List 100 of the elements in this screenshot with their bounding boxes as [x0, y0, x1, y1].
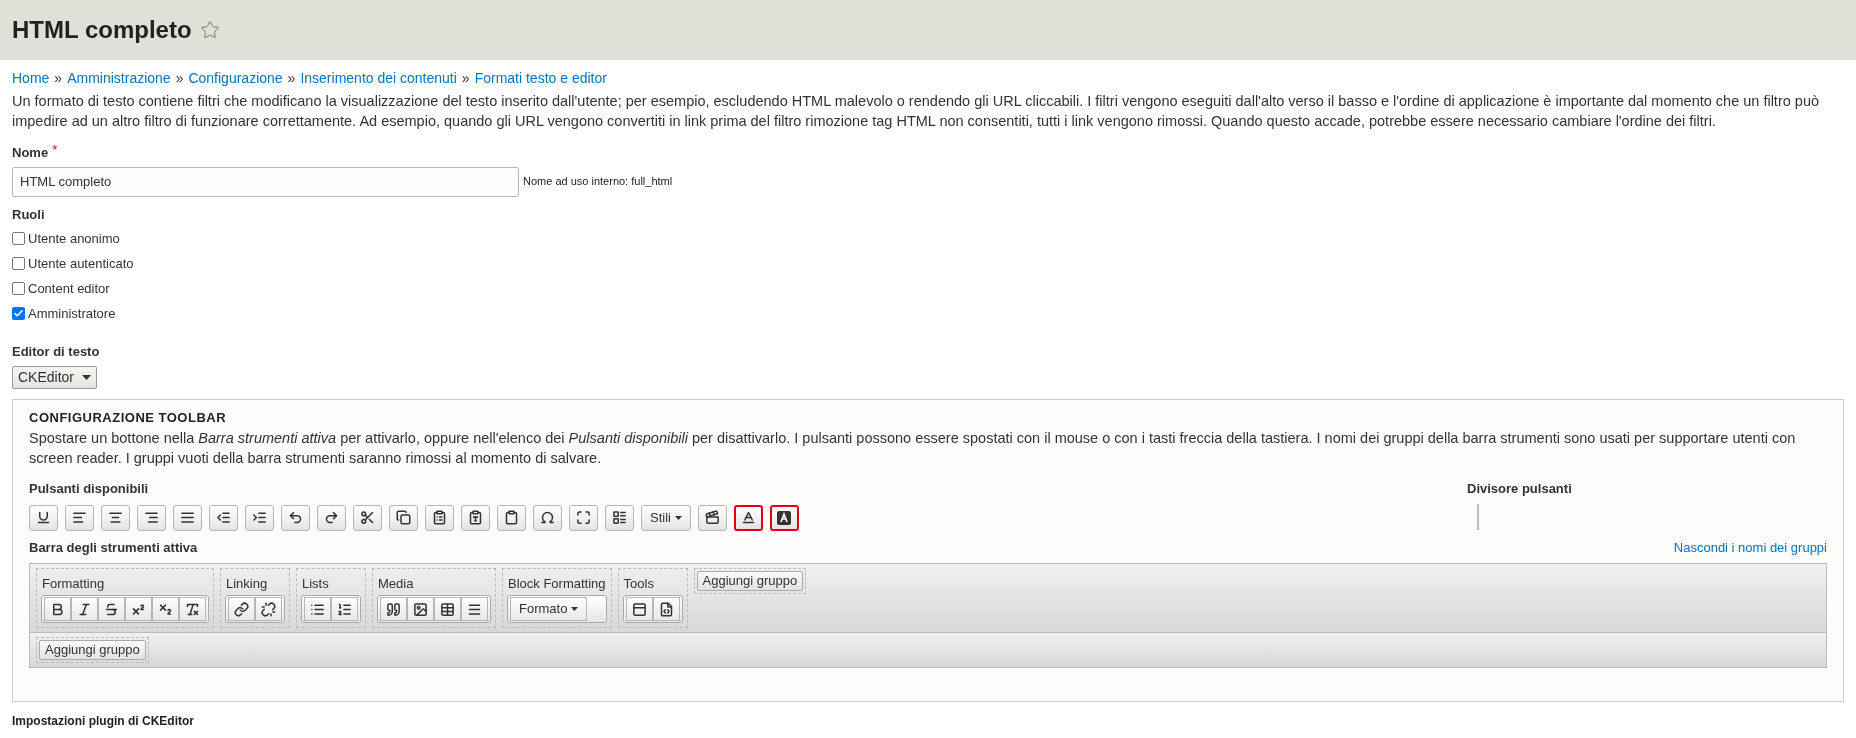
dropdown-button[interactable]: Formato	[510, 597, 588, 621]
toolbar-group[interactable]: Linking	[220, 568, 290, 628]
breadcrumb-link[interactable]: Home	[12, 67, 50, 89]
bold-button[interactable]	[44, 597, 71, 621]
checkbox-label: Utente autenticato	[28, 254, 134, 273]
paste-text-button[interactable]	[461, 504, 490, 531]
breadcrumb-separator: »	[54, 68, 63, 88]
superscript-icon	[131, 601, 146, 617]
toggle-group-names-link[interactable]: Nascondi i nomi dei gruppi	[1673, 537, 1827, 557]
template-button[interactable]	[625, 597, 653, 621]
align-right-button[interactable]	[137, 504, 166, 531]
section-label: Pulsanti disponibili	[29, 480, 150, 498]
media-icon	[704, 510, 720, 525]
field-label: Editor di testo	[12, 343, 101, 361]
checkbox-label: Utente anonimo	[28, 229, 120, 248]
machine-name-text: Nome ad uso interno: full_html	[523, 174, 673, 190]
check-icon	[13, 308, 24, 319]
outdent-button[interactable]	[209, 504, 238, 531]
fieldset-title: CONFIGURAZIONE TOOLBAR	[29, 408, 228, 427]
superscript-button[interactable]	[125, 597, 152, 621]
indent-button[interactable]	[245, 504, 274, 531]
background-color-button[interactable]	[769, 504, 799, 531]
underline-icon	[36, 510, 51, 525]
toolbar-group[interactable]: Media	[372, 568, 496, 628]
redo-button[interactable]	[317, 504, 346, 531]
image-icon	[413, 601, 428, 617]
toolbar-group[interactable]: Formatting	[36, 568, 214, 628]
clipboard-icon	[504, 510, 519, 525]
maximize-icon	[576, 510, 591, 525]
quote-button[interactable]	[380, 597, 407, 621]
align-center-button[interactable]	[101, 504, 130, 531]
name-input[interactable]: HTML completo	[12, 166, 519, 197]
required-mark: *	[52, 141, 58, 159]
toolbar-group[interactable]: Block Formatting Formato	[502, 568, 612, 628]
section-title: Impostazioni plugin di CKEditor	[12, 712, 195, 730]
unlink-icon	[261, 601, 276, 617]
strikethrough-button[interactable]	[98, 597, 125, 621]
text-color-icon	[740, 510, 756, 525]
align-right-icon	[144, 510, 159, 525]
field-label: Ruoli	[12, 205, 46, 224]
media-button[interactable]	[697, 504, 727, 531]
align-left-button[interactable]	[65, 504, 94, 531]
subscript-icon	[158, 601, 173, 617]
numbered-list-button[interactable]	[331, 597, 358, 621]
remove-format-button[interactable]	[179, 597, 206, 621]
align-justify-button[interactable]	[173, 504, 202, 531]
table-icon	[440, 601, 455, 617]
paste-button[interactable]	[425, 504, 454, 531]
copy-button[interactable]	[389, 504, 418, 531]
toolbar-group[interactable]: Lists	[296, 568, 366, 628]
group-name: Media	[377, 575, 415, 593]
checkbox[interactable]	[12, 232, 25, 245]
add-group-button[interactable]: Aggiungi gruppo	[696, 571, 804, 591]
align-center-icon	[108, 510, 123, 525]
maximize-button[interactable]	[569, 504, 598, 531]
text-color-button[interactable]	[733, 504, 763, 531]
clipboard-button[interactable]	[497, 504, 526, 531]
subscript-button[interactable]	[152, 597, 179, 621]
source-code-icon	[658, 601, 674, 617]
show-blocks-button[interactable]	[605, 504, 634, 531]
indent-icon	[252, 510, 267, 525]
remove-format-icon	[185, 601, 200, 617]
italic-button[interactable]	[71, 597, 98, 621]
undo-button[interactable]	[281, 504, 310, 531]
group-name: Lists	[301, 575, 330, 593]
breadcrumb-link[interactable]: Inserimento dei contenuti	[300, 67, 457, 89]
breadcrumb-separator: »	[175, 68, 184, 88]
toolbar-group[interactable]: Tools	[617, 568, 688, 628]
page-title: HTML completo	[12, 15, 192, 45]
align-left-icon	[72, 510, 87, 525]
breadcrumb-link[interactable]: Amministrazione	[67, 67, 171, 89]
omega-icon	[540, 510, 555, 525]
paste-icon	[432, 510, 447, 525]
breadcrumb-link[interactable]: Formati testo e editor	[474, 67, 607, 89]
breadcrumb-link[interactable]: Configurazione	[188, 67, 283, 89]
bulleted-list-button[interactable]	[304, 597, 331, 621]
source-code-button[interactable]	[652, 597, 680, 621]
table-button[interactable]	[434, 597, 461, 621]
scissors-button[interactable]	[353, 504, 382, 531]
checkbox[interactable]	[12, 282, 25, 295]
underline-button[interactable]	[29, 504, 58, 531]
breadcrumb-separator: »	[287, 68, 296, 88]
copy-icon	[396, 510, 411, 525]
dropdown-button[interactable]: Stili	[641, 504, 691, 531]
checkbox[interactable]	[12, 307, 25, 320]
star-icon[interactable]	[199, 20, 220, 40]
divider-handle[interactable]	[1477, 503, 1479, 530]
editor-select[interactable]: CKEditor	[12, 365, 98, 389]
horizontal-rule-button[interactable]	[461, 597, 488, 621]
add-group-button[interactable]: Aggiungi gruppo	[39, 640, 146, 660]
link-button[interactable]	[228, 597, 255, 621]
unlink-button[interactable]	[255, 597, 282, 621]
omega-button[interactable]	[533, 504, 562, 531]
redo-icon	[324, 510, 339, 525]
undo-icon	[288, 510, 303, 525]
quote-icon	[386, 601, 401, 617]
bold-icon	[50, 601, 65, 617]
image-button[interactable]	[407, 597, 434, 621]
checkbox[interactable]	[12, 257, 25, 270]
caret-icon	[674, 515, 682, 520]
